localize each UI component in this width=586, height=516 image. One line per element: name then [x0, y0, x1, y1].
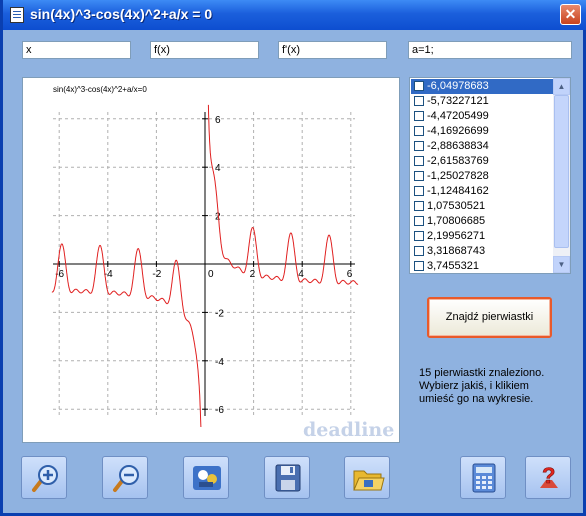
plot-caption: sin(4x)^3-cos(4x)^2+a/x=0: [53, 85, 147, 94]
list-item[interactable]: -6,04978683: [411, 79, 553, 94]
calculator-icon: [472, 463, 496, 493]
x-tick-label: 6: [347, 269, 353, 280]
list-item[interactable]: 2,19956271: [411, 229, 553, 244]
roots-list-scrollbar[interactable]: ▲ ▼: [553, 78, 570, 273]
roots-list[interactable]: -6,04978683 -5,73227121 -4,47205499 -4,1692…: [409, 77, 571, 274]
root-value: -1,25027828: [427, 170, 489, 182]
root-value: 3,31868743: [427, 245, 486, 257]
root-checkbox[interactable]: [414, 201, 424, 212]
x-tick-label: 4: [298, 269, 304, 280]
function-plot[interactable]: -6 -4 -2 0 2 4 6 6 4 2 -2 -4 -6 sin(4x)^3-cos(4x)^2+…: [22, 77, 400, 443]
list-item[interactable]: 3,31868743: [411, 244, 553, 259]
scroll-down-button[interactable]: ▼: [553, 256, 570, 273]
root-value: 1,70806685: [427, 215, 486, 227]
root-value: 3,7455321: [427, 260, 479, 272]
list-item[interactable]: -5,73227121: [411, 94, 553, 109]
root-value: 2,19956271: [427, 230, 486, 242]
title-bar[interactable]: sin(4x)^3-cos(4x)^2+a/x = 0 ✕: [3, 0, 586, 30]
root-checkbox[interactable]: [414, 141, 424, 152]
zoom-in-icon: [32, 465, 58, 492]
save-icon: [275, 464, 301, 492]
close-icon: ✕: [564, 6, 577, 22]
params-input[interactable]: a=1;: [408, 41, 572, 59]
reset-view-icon: [193, 466, 221, 490]
root-checkbox[interactable]: [414, 126, 424, 137]
y-tick-label: 6: [215, 115, 221, 126]
y-tick-label: -4: [215, 357, 224, 368]
root-checkbox[interactable]: [414, 111, 424, 122]
scroll-up-button[interactable]: ▲: [553, 78, 570, 95]
list-item[interactable]: -2,88638834: [411, 139, 553, 154]
list-item[interactable]: -1,25027828: [411, 169, 553, 184]
root-value: -2,61583769: [427, 155, 489, 167]
list-item[interactable]: 3,7455321: [411, 259, 553, 273]
root-value: -1,12484162: [427, 185, 489, 197]
scroll-thumb[interactable]: [554, 95, 569, 248]
dfx-label-field[interactable]: f'(x): [278, 41, 387, 59]
x-tick-label: -2: [152, 269, 161, 280]
root-value: -6,04978683: [427, 80, 489, 92]
root-checkbox[interactable]: [414, 81, 424, 92]
watermark-logo: deadline: [303, 419, 394, 441]
status-line: Wybierz jakiś, i klikiem: [419, 380, 529, 392]
root-checkbox[interactable]: [414, 171, 424, 182]
root-checkbox[interactable]: [414, 231, 424, 242]
root-checkbox[interactable]: [414, 96, 424, 107]
root-checkbox[interactable]: [414, 261, 424, 272]
plot-ticks: -6 -4 -2 0 2 4 6642-2-4-6: [55, 115, 353, 416]
help-button[interactable]: ?: [525, 456, 571, 499]
root-checkbox[interactable]: [414, 216, 424, 227]
save-button[interactable]: [264, 456, 310, 499]
root-value: -5,73227121: [427, 95, 489, 107]
zoom-out-button[interactable]: [102, 456, 148, 499]
x-tick-label: 2: [250, 269, 256, 280]
window-title: sin(4x)^3-cos(4x)^2+a/x = 0: [30, 6, 213, 22]
svg-text:?: ?: [542, 463, 555, 488]
root-value: -2,88638834: [427, 140, 489, 152]
y-tick-label: 4: [215, 163, 221, 174]
x-tick-label: 0: [208, 269, 214, 280]
close-button[interactable]: ✕: [560, 4, 581, 25]
root-checkbox[interactable]: [414, 186, 424, 197]
fx-label-field[interactable]: f(x): [150, 41, 259, 59]
open-icon: [353, 470, 385, 491]
y-tick-label: -2: [215, 308, 224, 319]
root-checkbox[interactable]: [414, 156, 424, 167]
plot-canvas: -6 -4 -2 0 2 4 6642-2-4-6 sin(4x)^3-cos(4x)^2+…: [51, 85, 394, 441]
app-icon: [10, 7, 24, 23]
main-window: sin(4x)^3-cos(4x)^2+a/x = 0 ✕ x f(x) f'(…: [0, 0, 586, 516]
open-button[interactable]: [344, 456, 390, 499]
root-value: -4,16926699: [427, 125, 489, 137]
arrow-down-icon: ▼: [557, 260, 566, 269]
status-message: 15 pierwiastki znaleziono. Wybierz jakiś…: [419, 367, 579, 406]
root-value: 1,07530521: [427, 200, 486, 212]
help-icon: ?: [540, 463, 558, 488]
reset-view-button[interactable]: [183, 456, 229, 499]
zoom-in-button[interactable]: [21, 456, 67, 499]
y-tick-label: -6: [215, 405, 224, 416]
find-roots-button[interactable]: Znajdź pierwiastki: [427, 297, 552, 338]
status-line: umieść go na wykresie.: [419, 393, 534, 405]
list-item[interactable]: -4,47205499: [411, 109, 553, 124]
list-item[interactable]: 1,07530521: [411, 199, 553, 214]
root-value: -4,47205499: [427, 110, 489, 122]
zoom-out-icon: [113, 465, 139, 492]
list-item[interactable]: 1,70806685: [411, 214, 553, 229]
status-line: 15 pierwiastki znaleziono.: [419, 367, 545, 379]
list-item[interactable]: -1,12484162: [411, 184, 553, 199]
list-item[interactable]: -4,16926699: [411, 124, 553, 139]
list-item[interactable]: -2,61583769: [411, 154, 553, 169]
arrow-up-icon: ▲: [557, 82, 566, 91]
calculator-button[interactable]: [460, 456, 506, 499]
x-label-field[interactable]: x: [22, 41, 131, 59]
root-checkbox[interactable]: [414, 246, 424, 257]
